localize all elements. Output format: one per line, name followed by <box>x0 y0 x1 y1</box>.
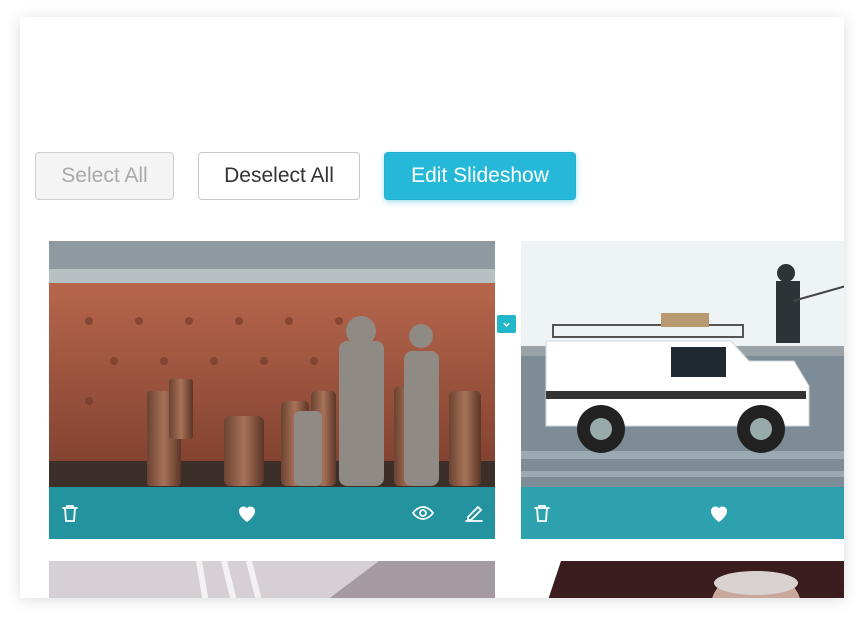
photo-tile[interactable] <box>49 561 495 598</box>
photo-tile[interactable] <box>49 241 495 539</box>
eye-icon[interactable] <box>411 501 435 525</box>
gallery-panel: Select All Deselect All Edit Slideshow <box>20 17 844 598</box>
select-all-button[interactable]: Select All <box>35 152 174 200</box>
heart-icon[interactable] <box>235 501 259 525</box>
photo-action-bar <box>49 487 495 539</box>
photo-action-bar <box>521 487 844 539</box>
trash-icon[interactable] <box>58 501 82 525</box>
photo-ceiling-image <box>49 561 495 598</box>
photo-tile[interactable] <box>521 561 844 598</box>
trash-icon[interactable] <box>530 501 554 525</box>
chevron-down-icon[interactable] <box>497 315 516 333</box>
edit-slideshow-button[interactable]: Edit Slideshow <box>384 152 576 200</box>
pencil-icon[interactable] <box>462 501 486 525</box>
heart-icon[interactable] <box>707 501 731 525</box>
photo-tile[interactable] <box>521 241 844 539</box>
photo-portrait-image <box>521 561 844 598</box>
deselect-all-button[interactable]: Deselect All <box>198 152 360 200</box>
